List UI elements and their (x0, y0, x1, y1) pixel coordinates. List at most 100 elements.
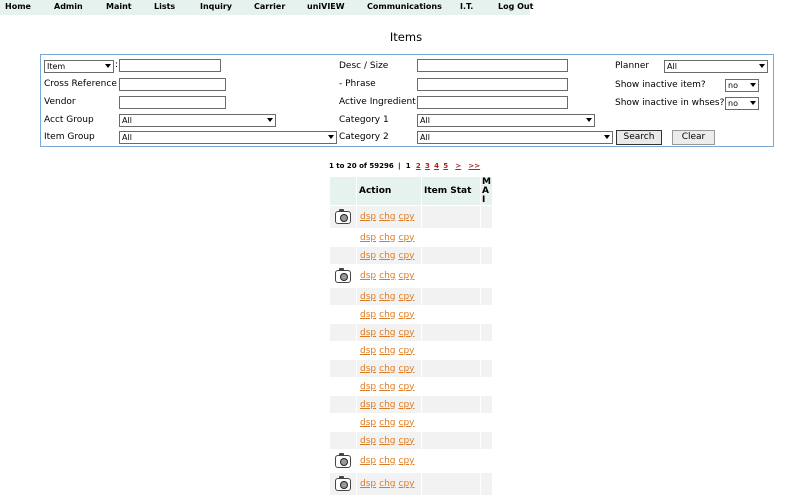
cpy-link[interactable]: cpy (399, 382, 415, 392)
chg-link[interactable]: chg (379, 271, 395, 281)
item-stat-column-header: Item Stat (422, 177, 480, 205)
category1-select[interactable]: All (417, 114, 595, 127)
page-next[interactable]: > (455, 162, 461, 170)
item-type-select[interactable]: Item (44, 60, 114, 73)
page-link-5[interactable]: 5 (443, 162, 448, 170)
cross-reference-input[interactable] (119, 78, 226, 91)
table-row: dsp chg cpy (330, 432, 492, 449)
cpy-link[interactable]: cpy (399, 346, 415, 356)
nav-logout[interactable]: Log Out (498, 2, 533, 11)
item-stat-cell (422, 414, 480, 431)
cpy-link[interactable]: cpy (399, 400, 415, 410)
chg-link[interactable]: chg (379, 212, 395, 222)
chg-link[interactable]: chg (379, 456, 395, 466)
phrase-input[interactable] (417, 78, 568, 91)
dsp-link[interactable]: dsp (360, 479, 376, 489)
acct-group-select[interactable]: All (119, 114, 276, 127)
image-cell (330, 378, 356, 395)
chg-link[interactable]: chg (379, 479, 395, 489)
show-inactive-whse-select[interactable]: no (725, 97, 759, 110)
page-last[interactable]: >> (468, 162, 480, 170)
dsp-link[interactable]: dsp (360, 418, 376, 428)
dsp-link[interactable]: dsp (360, 456, 376, 466)
cpy-link[interactable]: cpy (399, 418, 415, 428)
item-stat-cell (422, 324, 480, 341)
image-cell (330, 324, 356, 341)
camera-icon[interactable] (335, 208, 351, 224)
nav-communications[interactable]: Communications (367, 2, 442, 11)
camera-icon[interactable] (335, 452, 351, 468)
dsp-link[interactable]: dsp (360, 251, 376, 261)
nav-inquiry[interactable]: Inquiry (200, 2, 232, 11)
nav-it[interactable]: I.T. (460, 2, 473, 11)
table-row: dsp chg cpy (330, 229, 492, 246)
camera-lens (340, 480, 348, 489)
chg-link[interactable]: chg (379, 418, 395, 428)
cpy-link[interactable]: cpy (399, 364, 415, 374)
dsp-link[interactable]: dsp (360, 233, 376, 243)
dsp-link[interactable]: dsp (360, 292, 376, 302)
cpy-link[interactable]: cpy (399, 212, 415, 222)
cpy-link[interactable]: cpy (399, 436, 415, 446)
image-column-header (330, 177, 356, 205)
nav-home[interactable]: Home (5, 2, 31, 11)
chg-link[interactable]: chg (379, 364, 395, 374)
chg-link[interactable]: chg (379, 400, 395, 410)
active-ingredient-input[interactable] (417, 96, 568, 109)
cpy-link[interactable]: cpy (399, 310, 415, 320)
dsp-link[interactable]: dsp (360, 310, 376, 320)
pagination: 1 to 20 of 59296 | 1 2 3 4 5 > >> (329, 162, 481, 170)
item-stat-cell (422, 288, 480, 305)
image-cell (330, 229, 356, 246)
cpy-link[interactable]: cpy (399, 292, 415, 302)
camera-icon[interactable] (335, 267, 351, 283)
chg-link[interactable]: chg (379, 346, 395, 356)
category2-select[interactable]: All (417, 131, 613, 144)
table-row: dsp chg cpy (330, 306, 492, 323)
nav-carrier[interactable]: Carrier (254, 2, 285, 11)
cpy-link[interactable]: cpy (399, 251, 415, 261)
dsp-link[interactable]: dsp (360, 400, 376, 410)
page-link-2[interactable]: 2 (416, 162, 421, 170)
chg-link[interactable]: chg (379, 233, 395, 243)
chg-link[interactable]: chg (379, 310, 395, 320)
item-input[interactable] (119, 59, 221, 72)
nav-maint[interactable]: Maint (106, 2, 132, 11)
cpy-link[interactable]: cpy (399, 233, 415, 243)
mai-cell (481, 342, 492, 359)
dsp-link[interactable]: dsp (360, 364, 376, 374)
cpy-link[interactable]: cpy (399, 328, 415, 338)
clear-button[interactable]: Clear (672, 130, 715, 145)
mai-cell (481, 450, 492, 472)
table-row: dsp chg cpy (330, 247, 492, 264)
dsp-link[interactable]: dsp (360, 212, 376, 222)
camera-icon[interactable] (335, 475, 351, 491)
dsp-link[interactable]: dsp (360, 271, 376, 281)
page-link-3[interactable]: 3 (425, 162, 430, 170)
chg-link[interactable]: chg (379, 436, 395, 446)
search-button[interactable]: Search (616, 130, 662, 145)
table-row: dsp chg cpy (330, 396, 492, 413)
dsp-link[interactable]: dsp (360, 328, 376, 338)
chg-link[interactable]: chg (379, 328, 395, 338)
vendor-input[interactable] (119, 96, 226, 109)
chg-link[interactable]: chg (379, 251, 395, 261)
results-table: Action Item Stat M A I dsp chg cpy dsp chg cp… (329, 176, 493, 496)
nav-uniview[interactable]: uniVIEW (307, 2, 345, 11)
page-link-4[interactable]: 4 (434, 162, 439, 170)
chg-link[interactable]: chg (379, 292, 395, 302)
nav-lists[interactable]: Lists (154, 2, 175, 11)
planner-select[interactable]: All (664, 60, 768, 73)
dsp-link[interactable]: dsp (360, 346, 376, 356)
chg-link[interactable]: chg (379, 382, 395, 392)
dsp-link[interactable]: dsp (360, 382, 376, 392)
cpy-link[interactable]: cpy (399, 271, 415, 281)
cpy-link[interactable]: cpy (399, 456, 415, 466)
item-group-select[interactable]: All (119, 131, 337, 144)
desc-size-input[interactable] (417, 59, 568, 72)
show-inactive-item-select[interactable]: no (725, 79, 759, 92)
dsp-link[interactable]: dsp (360, 436, 376, 446)
image-cell (330, 414, 356, 431)
cpy-link[interactable]: cpy (399, 479, 415, 489)
nav-admin[interactable]: Admin (54, 2, 83, 11)
